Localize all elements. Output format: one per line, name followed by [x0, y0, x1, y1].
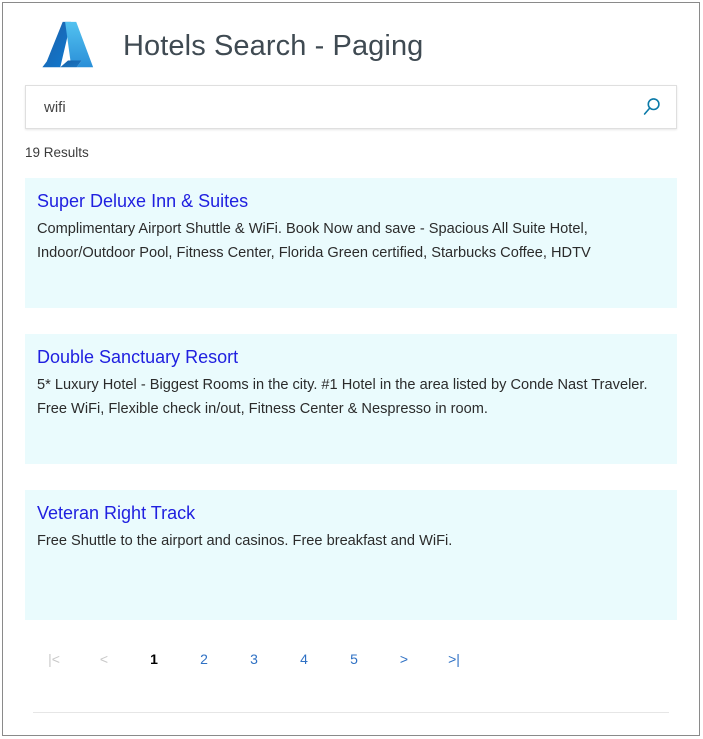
pagination-page-1: 1	[150, 650, 158, 667]
result-description: Complimentary Airport Shuttle & WiFi. Bo…	[37, 221, 591, 261]
result-title-link[interactable]: Veteran Right Track	[37, 502, 663, 525]
azure-logo-icon	[39, 17, 97, 75]
search-input[interactable]	[26, 86, 676, 128]
result-card[interactable]: Veteran Right Track Free Shuttle to the …	[25, 489, 677, 620]
pagination-page-3[interactable]: 3	[229, 646, 279, 672]
results-count: 19 Results	[25, 145, 89, 160]
pagination-next[interactable]: >	[379, 646, 429, 672]
results-list: Super Deluxe Inn & Suites Complimentary …	[25, 177, 677, 620]
app-window: Hotels Search - Paging 19 Results	[2, 2, 700, 736]
result-title-link[interactable]: Double Sanctuary Resort	[37, 346, 663, 369]
pagination-last[interactable]: >|	[429, 646, 479, 672]
result-card[interactable]: Super Deluxe Inn & Suites Complimentary …	[25, 177, 677, 308]
footer-divider	[33, 712, 669, 713]
pagination-page-5[interactable]: 5	[329, 646, 379, 672]
search-row	[25, 85, 677, 129]
page-content: Hotels Search - Paging 19 Results	[3, 3, 699, 735]
search-icon	[641, 96, 663, 118]
result-description: 5* Luxury Hotel - Biggest Rooms in the c…	[37, 377, 648, 417]
pagination-page-4[interactable]: 4	[279, 646, 329, 672]
result-card[interactable]: Double Sanctuary Resort 5* Luxury Hotel …	[25, 333, 677, 464]
search-button[interactable]	[636, 91, 668, 123]
pagination-page-2[interactable]: 2	[179, 646, 229, 672]
pagination: |< < 1 2 3 4 5 > >|	[25, 646, 677, 672]
result-title-link[interactable]: Super Deluxe Inn & Suites	[37, 190, 663, 213]
result-description: Free Shuttle to the airport and casinos.…	[37, 533, 453, 549]
search-box[interactable]	[25, 85, 677, 129]
pagination-first: |<	[48, 650, 60, 667]
app-header: Hotels Search - Paging	[25, 3, 677, 83]
page-title: Hotels Search - Paging	[123, 29, 424, 62]
pagination-previous: <	[99, 650, 109, 667]
